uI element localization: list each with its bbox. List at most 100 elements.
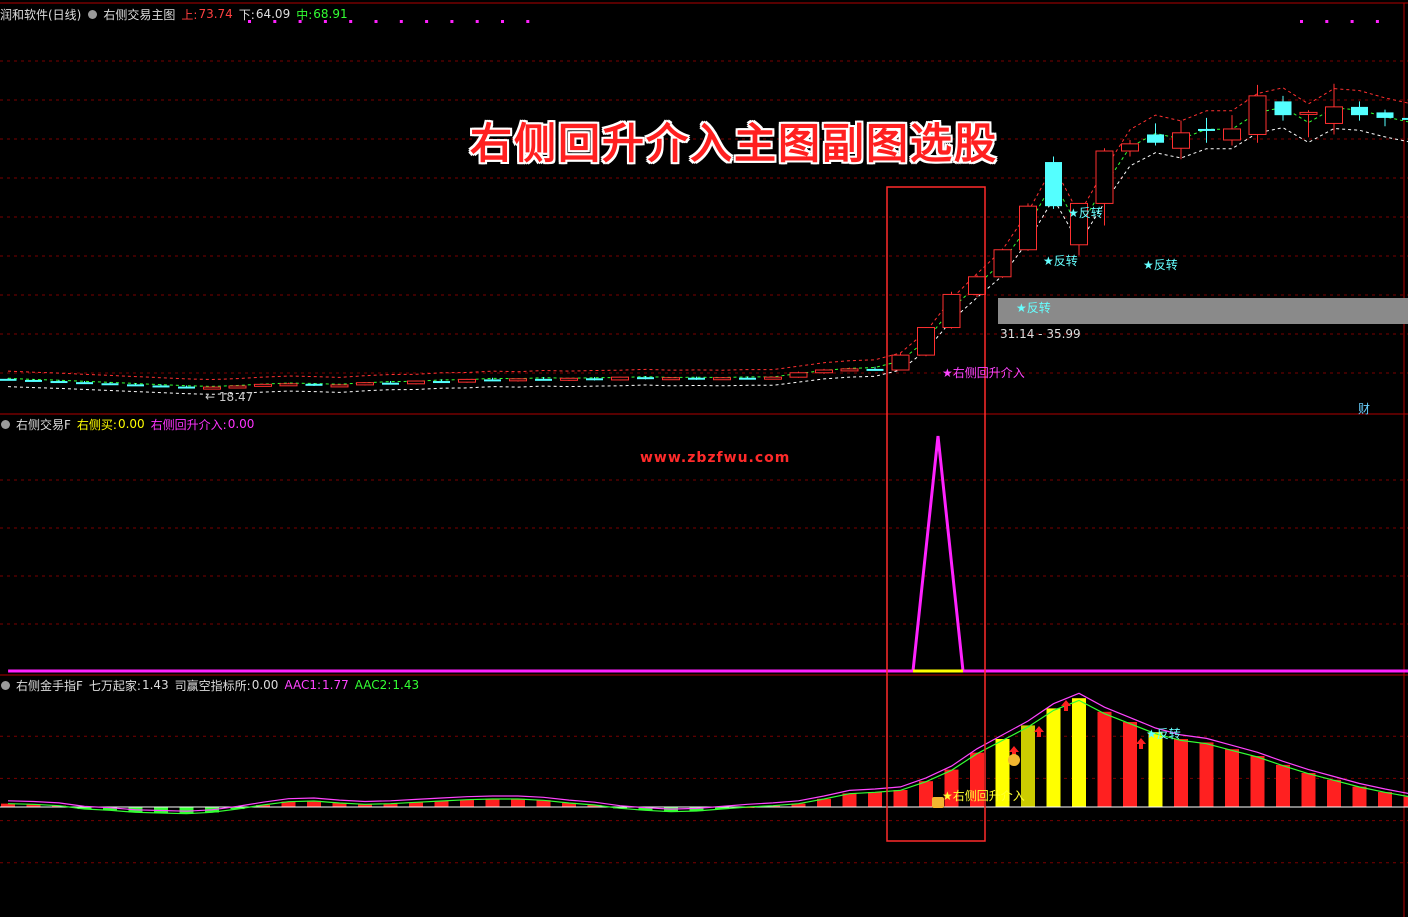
reverse-label: ★反转	[1068, 206, 1103, 220]
candle-body	[509, 378, 527, 382]
histogram-bar	[1123, 722, 1137, 807]
lower-value: 64.09	[255, 7, 291, 21]
candle-body	[1299, 111, 1318, 115]
cai-badge[interactable]: 财	[1358, 400, 1370, 417]
pane3-k1-label: 七万起家:	[88, 678, 141, 693]
gear-icon[interactable]	[1, 680, 10, 690]
histogram-bar	[842, 793, 857, 807]
reverse-label: ★反转	[1043, 254, 1078, 268]
up-arrow-icon	[1034, 726, 1044, 737]
histogram-bar	[460, 799, 474, 807]
banner-title: 右侧回升介入主图副图选股	[470, 119, 999, 168]
histogram-bar	[1403, 796, 1408, 807]
histogram-bar	[1327, 779, 1341, 807]
top-dot	[1325, 20, 1329, 23]
candle-body	[688, 377, 705, 380]
top-dot	[526, 20, 530, 23]
histogram-bar	[868, 792, 882, 807]
top-dot	[450, 20, 454, 23]
candle-body	[942, 293, 961, 329]
candle-body	[662, 377, 680, 381]
rise-entry-label: ★右侧回升介入	[942, 366, 1025, 380]
histogram-bar	[1378, 792, 1392, 807]
candle-body	[1325, 106, 1343, 124]
candle-body	[637, 377, 654, 380]
histogram-bar	[1174, 739, 1188, 807]
candle-body	[1172, 132, 1190, 149]
histogram-bar	[485, 798, 500, 807]
candle-body	[1351, 106, 1368, 116]
candle-body	[1198, 128, 1215, 131]
candle-body	[25, 379, 42, 382]
candle-body	[840, 368, 859, 372]
candle-body	[866, 368, 884, 371]
aac1-line	[7, 692, 1408, 812]
histogram-bar	[893, 790, 908, 807]
candle-body	[993, 249, 1012, 278]
main-pane-header: 润和软件(日线) 右侧交易主图 上: 73.74 下: 64.09 中: 68.…	[0, 6, 348, 22]
histogram-bar	[1276, 764, 1290, 807]
mid-value: 68.91	[313, 7, 348, 21]
pane2-buy-value: 0.00	[117, 417, 145, 431]
candle-body	[1274, 101, 1292, 116]
pane2-rise-label: 右侧回升介入:	[150, 417, 227, 432]
candle-body	[891, 354, 910, 371]
candle-body	[330, 384, 349, 388]
histogram-bar	[1250, 756, 1265, 807]
histogram-bar	[1046, 708, 1061, 807]
histogram-bar	[1352, 786, 1367, 807]
candle-body	[611, 376, 629, 381]
pane3-k1-value: 1.43	[141, 678, 169, 692]
pane2-rise-value: 0.00	[227, 417, 255, 431]
pane3-aac1-label: AAC1:	[284, 678, 322, 692]
pane3-header: 右侧金手指F 七万起家: 1.43 司赢空指标所: 0.00 AAC1: 1.7…	[0, 677, 419, 693]
rise-entry-line	[8, 435, 1408, 673]
candle-body	[203, 386, 221, 390]
top-dot	[501, 20, 504, 23]
candle-body	[1248, 95, 1267, 135]
candle-body	[433, 381, 450, 384]
pane2-name: 右侧交易F	[16, 417, 71, 432]
reverse-label: ★反转	[1016, 301, 1051, 315]
candle-body	[50, 381, 68, 384]
pane3-aac2-label: AAC2:	[354, 678, 392, 692]
candle-body	[560, 377, 578, 381]
gear-icon[interactable]	[1, 419, 10, 429]
indicator-name: 右侧交易主图	[103, 7, 176, 22]
histogram-bar	[511, 798, 525, 807]
candle-body	[228, 385, 247, 389]
upper-label: 上:	[181, 7, 198, 22]
aac2-line	[7, 699, 1408, 815]
top-dot	[475, 20, 479, 23]
top-dot	[425, 20, 429, 23]
candle-body	[1376, 112, 1394, 118]
candle-body	[127, 384, 144, 387]
top-dot	[1375, 20, 1379, 23]
upper-value: 73.74	[198, 7, 233, 21]
candle-body	[484, 379, 501, 382]
pane3-aac1-value: 1.77	[322, 678, 349, 692]
candle-body	[305, 383, 323, 386]
candle-body	[1019, 205, 1037, 251]
pane3-bars	[0, 692, 1408, 815]
candle-body	[535, 378, 552, 381]
histogram-bar	[1199, 742, 1214, 807]
candle-body	[76, 382, 93, 385]
top-dot	[374, 20, 378, 23]
candle-body	[1095, 150, 1114, 204]
top-dot	[1350, 20, 1354, 23]
candle-body	[101, 383, 119, 386]
price-range-label: 31.14 - 35.99	[1000, 327, 1081, 341]
pane3-rise-entry-label: ★右侧回升介入	[942, 789, 1025, 803]
candle-body	[1045, 162, 1062, 207]
gear-icon[interactable]	[88, 9, 98, 19]
histogram-bar	[1097, 711, 1112, 807]
top-dot	[399, 20, 403, 23]
candle-body	[917, 327, 935, 356]
mid-label: 中:	[296, 7, 313, 22]
up-arrow-icon	[1136, 738, 1146, 749]
pane3-name: 右侧金手指F	[16, 678, 83, 693]
price-range-box	[998, 298, 1408, 324]
candle-body	[0, 378, 17, 381]
low-price-label: ← 18.47	[205, 390, 254, 404]
